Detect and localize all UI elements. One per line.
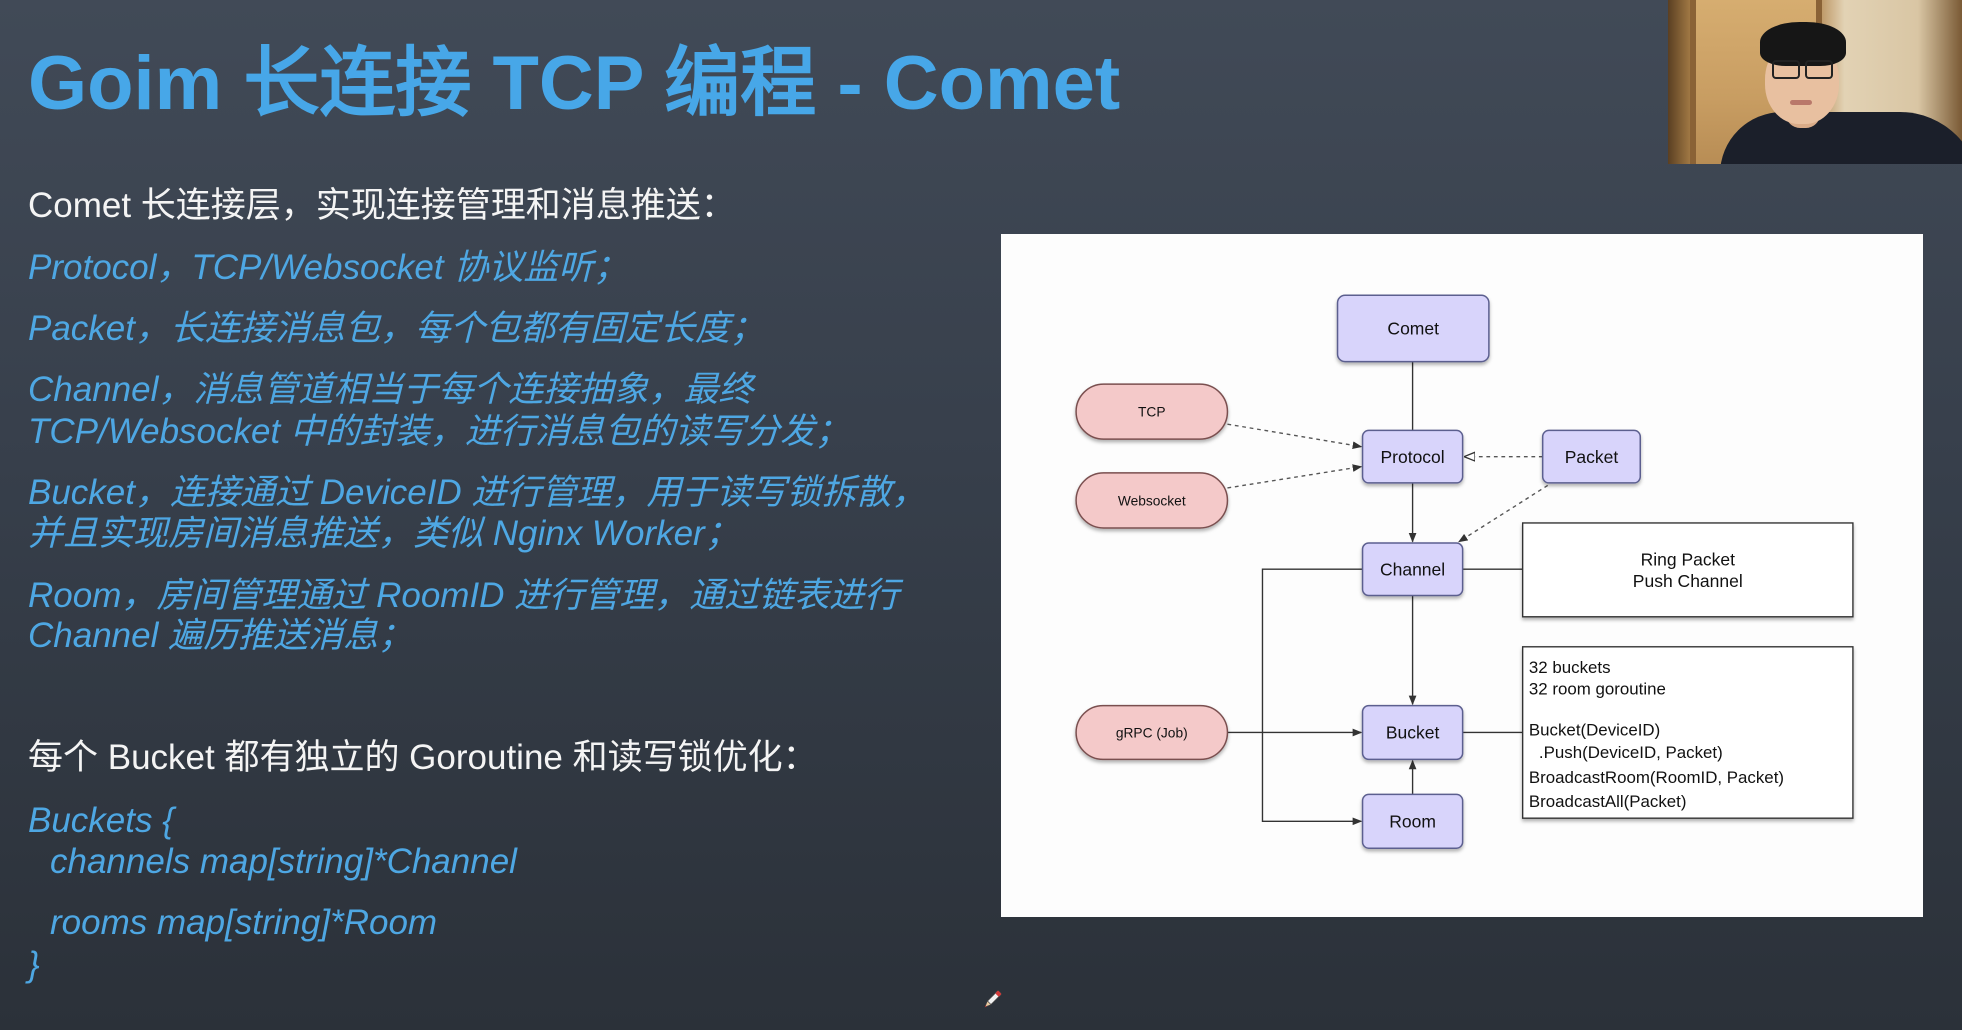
presenter-hair (1760, 22, 1846, 66)
node-room: Room (1361, 793, 1464, 849)
node-protocol-label: Protocol (1380, 447, 1444, 467)
node-websocket-label: Websocket (1118, 493, 1186, 508)
presenter-glasses-right (1805, 60, 1833, 79)
ring-note: Ring Packet Push Channel (1521, 522, 1854, 618)
ring-note-line-1: Ring Packet (1641, 549, 1735, 569)
node-protocol: Protocol (1361, 429, 1464, 484)
protocol-description: Protocol，TCP/Websocket 协议监听； (28, 248, 629, 287)
bucket-note-line-6: BroadcastAll(Packet) (1529, 792, 1687, 811)
channel-description-line-2: TCP/Websocket 中的封装，进行消息包的读写分发； (28, 412, 850, 451)
packet-description: Packet，长连接消息包，每个包都有固定长度； (28, 309, 766, 348)
node-room-label: Room (1389, 812, 1436, 832)
slide-title: Goim 长连接 TCP 编程 - Comet (28, 41, 1121, 126)
node-channel: Channel (1361, 542, 1464, 597)
webcam-feed (1668, 0, 1962, 164)
bucket-heading: 每个 Bucket 都有独立的 Goroutine 和读写锁优化： (28, 738, 818, 777)
bucket-note-line-5: BroadcastRoom(RoomID, Packet) (1529, 768, 1784, 787)
node-packet: Packet (1541, 429, 1642, 484)
node-bucket-label: Bucket (1386, 723, 1440, 743)
diagram-panel: Comet TCP Websocket Protocol Packet Chan… (1001, 234, 1923, 917)
bucket-note-line-4: .Push(DeviceID, Packet) (1539, 743, 1723, 762)
node-channel-label: Channel (1380, 560, 1445, 580)
node-tcp: TCP (1075, 383, 1229, 440)
presenter-body (1720, 112, 1962, 164)
bucket-note-line-3: Bucket(DeviceID) (1529, 721, 1660, 740)
node-bucket: Bucket (1361, 704, 1464, 761)
bucket-description-line-1: Bucket，连接通过 DeviceID 进行管理，用于读写锁拆散， (28, 473, 927, 512)
bucket-note: 32 buckets 32 room goroutine Bucket(Devi… (1521, 646, 1854, 819)
room-description-line-2: Channel 遍历推送消息； (28, 616, 414, 655)
comet-architecture-diagram: Comet TCP Websocket Protocol Packet Chan… (1075, 294, 1854, 849)
code-open-line: Buckets { (28, 801, 174, 840)
code-channels-line: channels map[string]*Channel (50, 842, 517, 881)
node-grpc: gRPC (Job) (1075, 704, 1229, 761)
edge-tcp-protocol (1227, 423, 1363, 450)
edge-channel-room (1261, 568, 1363, 826)
code-close-line: } (28, 945, 40, 984)
edge-websocket-protocol (1227, 464, 1363, 489)
intro-heading: Comet 长连接层，实现连接管理和消息推送： (28, 186, 736, 225)
presenter-mouth (1790, 100, 1812, 105)
bucket-note-line-2: 32 room goroutine (1529, 679, 1666, 698)
presenter-glasses-left (1772, 60, 1800, 79)
bucket-note-line-1: 32 buckets (1529, 658, 1611, 677)
room-description-line-1: Room，房间管理通过 RoomID 进行管理，通过链表进行 (28, 576, 900, 615)
node-comet: Comet (1336, 294, 1490, 363)
channel-description-line-1: Channel，消息管道相当于每个连接抽象，最终 (28, 370, 754, 409)
bucket-description-line-2: 并且实现房间消息推送，类似 Nginx Worker； (28, 514, 740, 553)
code-rooms-line: rooms map[string]*Room (50, 903, 438, 942)
node-comet-label: Comet (1387, 319, 1439, 339)
node-tcp-label: TCP (1138, 405, 1166, 420)
node-grpc-label: gRPC (Job) (1116, 725, 1188, 740)
ring-note-line-2: Push Channel (1633, 571, 1743, 591)
node-packet-label: Packet (1565, 447, 1619, 467)
pen-cursor-icon (984, 990, 1002, 1008)
node-websocket: Websocket (1075, 472, 1229, 529)
